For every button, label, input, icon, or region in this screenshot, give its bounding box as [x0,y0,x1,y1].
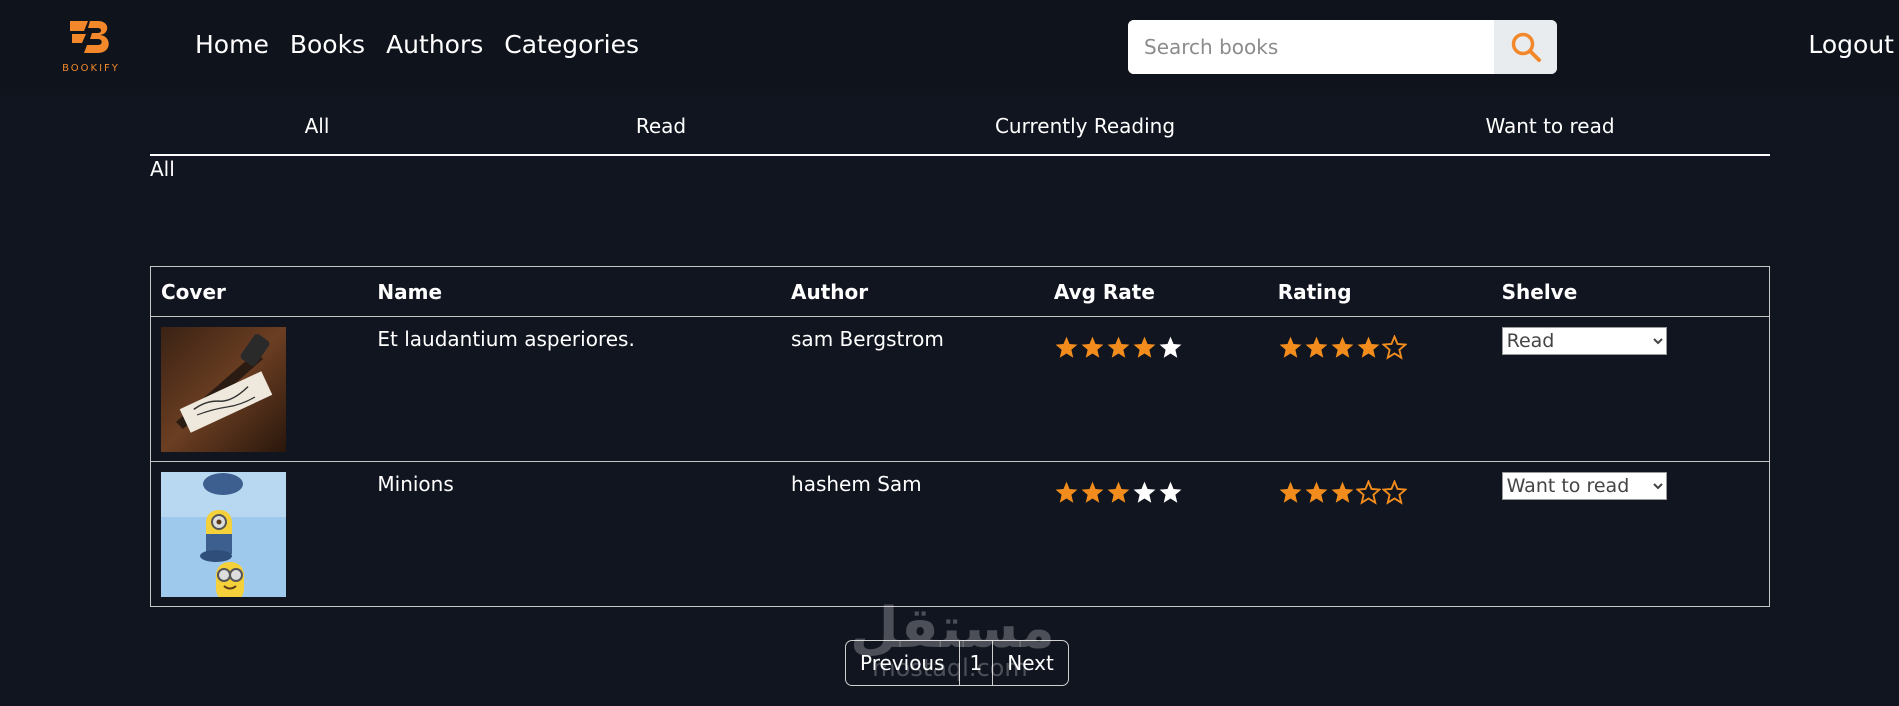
avg-rate-stars [1054,480,1268,505]
column-header-author: Author [781,266,1044,317]
bookify-logo-icon [70,21,109,53]
star-filled-icon [1081,336,1104,358]
table-row: Minions hashem Sam Want to read [150,461,1770,607]
table-row: Et laudantium asperiores. sam Bergstrom … [150,316,1770,462]
search-bar [1128,20,1557,74]
watermark-latin: mostaql.com [872,654,1028,682]
column-header-name: Name [367,266,782,317]
search-button[interactable] [1494,20,1557,74]
books-table: Cover Name Author Avg Rate Rating Shelve [150,266,1770,607]
shelve-select[interactable]: Want to read [1501,472,1667,500]
book-author[interactable]: sam Bergstrom [781,316,1044,462]
shelf-tabs: All Read Currently Reading Want to read [150,104,1770,156]
brand-name: BOOKIFY [62,63,120,74]
shelve-select[interactable]: Read [1501,327,1667,355]
nav-home[interactable]: Home [195,30,269,59]
book-name[interactable]: Et laudantium asperiores. [367,316,782,462]
table-header-row: Cover Name Author Avg Rate Rating Shelve [150,266,1770,317]
user-rating-stars[interactable] [1278,480,1492,505]
nav-categories[interactable]: Categories [504,30,639,59]
nav-books[interactable]: Books [290,30,365,59]
logout-link[interactable]: Logout [1808,30,1894,59]
watermark-arabic: مستقل [850,596,1055,661]
star-empty-icon [1159,481,1182,503]
star-filled-icon [1107,336,1130,358]
main-nav: Home Books Authors Categories [195,30,639,59]
column-header-rating: Rating [1267,266,1492,317]
search-input[interactable] [1128,20,1494,74]
star-empty-icon[interactable] [1381,335,1407,360]
star-empty-icon[interactable] [1381,480,1407,505]
bookify-logo[interactable]: BOOKIFY [56,17,126,77]
current-shelf-label: All [150,157,175,181]
star-filled-icon[interactable] [1278,480,1303,505]
tab-all[interactable]: All [305,114,330,138]
star-filled-icon [1055,481,1078,503]
star-empty-icon [1159,336,1182,358]
star-filled-icon [1081,481,1104,503]
star-filled-icon [1055,336,1078,358]
star-empty-icon [1133,481,1156,503]
search-icon [1511,32,1541,62]
star-empty-icon[interactable] [1355,480,1381,505]
book-author[interactable]: hashem Sam [781,461,1044,607]
tab-want-to-read[interactable]: Want to read [1485,114,1614,138]
book-cover-image[interactable] [161,327,286,452]
avg-rate-stars [1054,335,1268,360]
book-name[interactable]: Minions [367,461,782,607]
star-filled-icon[interactable] [1330,335,1355,360]
star-filled-icon[interactable] [1330,480,1355,505]
column-header-avg-rate: Avg Rate [1043,266,1268,317]
star-filled-icon[interactable] [1304,480,1329,505]
book-cover-image[interactable] [161,472,286,597]
star-filled-icon[interactable] [1356,335,1381,360]
column-header-cover: Cover [150,266,368,317]
star-filled-icon [1107,481,1130,503]
star-filled-icon [1133,336,1156,358]
tab-currently-reading[interactable]: Currently Reading [995,114,1175,138]
star-filled-icon[interactable] [1278,335,1303,360]
nav-authors[interactable]: Authors [386,30,483,59]
star-filled-icon[interactable] [1304,335,1329,360]
column-header-shelve: Shelve [1491,266,1770,317]
top-navbar: BOOKIFY Home Books Authors Categories Lo… [0,0,1899,95]
user-rating-stars[interactable] [1278,335,1492,360]
watermark: مستقل mostaql.com [850,596,1055,682]
tab-read[interactable]: Read [636,114,686,138]
